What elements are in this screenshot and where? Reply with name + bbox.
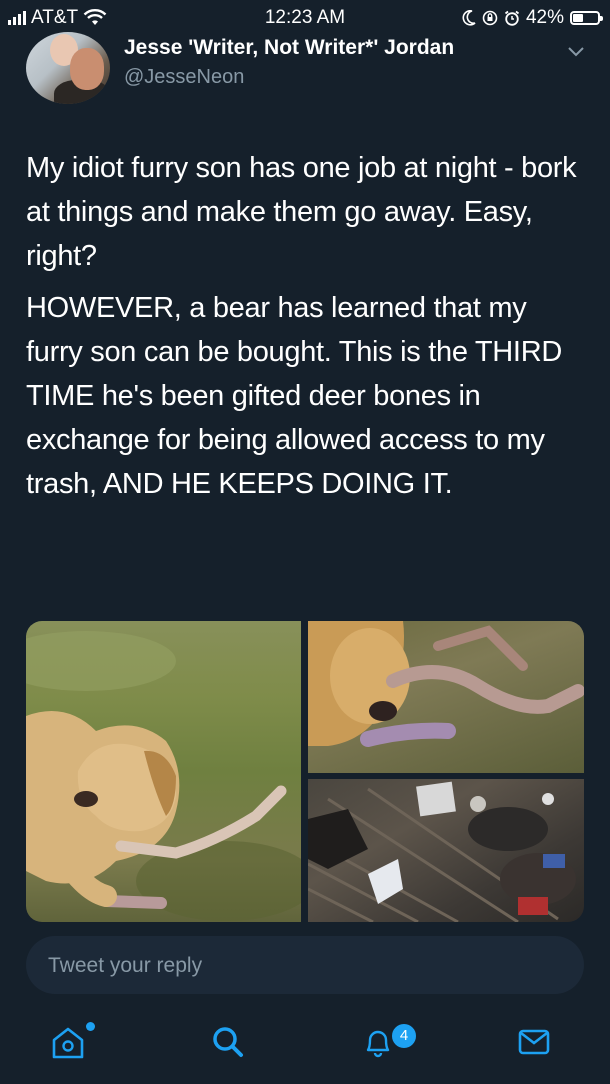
- orientation-lock-icon: [482, 10, 498, 26]
- new-tweets-dot: [86, 1022, 95, 1031]
- media-grid: [26, 621, 584, 922]
- photo-dog-with-bone[interactable]: [26, 621, 301, 922]
- tweet-paragraph: HOWEVER, a bear has learned that my furr…: [26, 292, 562, 500]
- notification-badge: 4: [390, 1022, 418, 1050]
- reply-input[interactable]: [46, 936, 550, 996]
- user-handle[interactable]: @JesseNeon: [124, 66, 244, 89]
- home-icon: [52, 1027, 84, 1059]
- battery-percent: 42%: [525, 7, 564, 28]
- reply-composer[interactable]: [26, 936, 584, 996]
- chevron-down-icon[interactable]: [566, 42, 586, 62]
- photo-scattered-trash[interactable]: [308, 779, 584, 922]
- tab-home[interactable]: [46, 1020, 90, 1064]
- tweet-header: Jesse 'Writer, Not Writer*' Jordan @Jess…: [0, 30, 610, 108]
- photo-dog-chewing-bone[interactable]: [308, 621, 584, 773]
- mail-icon: [518, 1029, 550, 1055]
- display-name[interactable]: Jesse 'Writer, Not Writer*' Jordan: [124, 36, 454, 60]
- tweet-paragraph: My idiot furry son has one job at night …: [26, 152, 577, 272]
- tweet-text: My idiot furry son has one job at night …: [26, 146, 586, 506]
- battery-icon: [570, 11, 603, 25]
- status-right: 42%: [462, 7, 603, 29]
- tab-messages[interactable]: [512, 1020, 556, 1064]
- bottom-tab-bar: 4: [0, 1006, 610, 1084]
- tab-search[interactable]: [206, 1020, 250, 1064]
- alarm-icon: [504, 10, 520, 26]
- search-icon: [213, 1027, 243, 1057]
- battery-fill: [573, 14, 584, 22]
- status-bar: AT&T 12:23 AM 42%: [0, 0, 610, 34]
- moon-icon: [462, 10, 476, 26]
- avatar[interactable]: [26, 32, 110, 104]
